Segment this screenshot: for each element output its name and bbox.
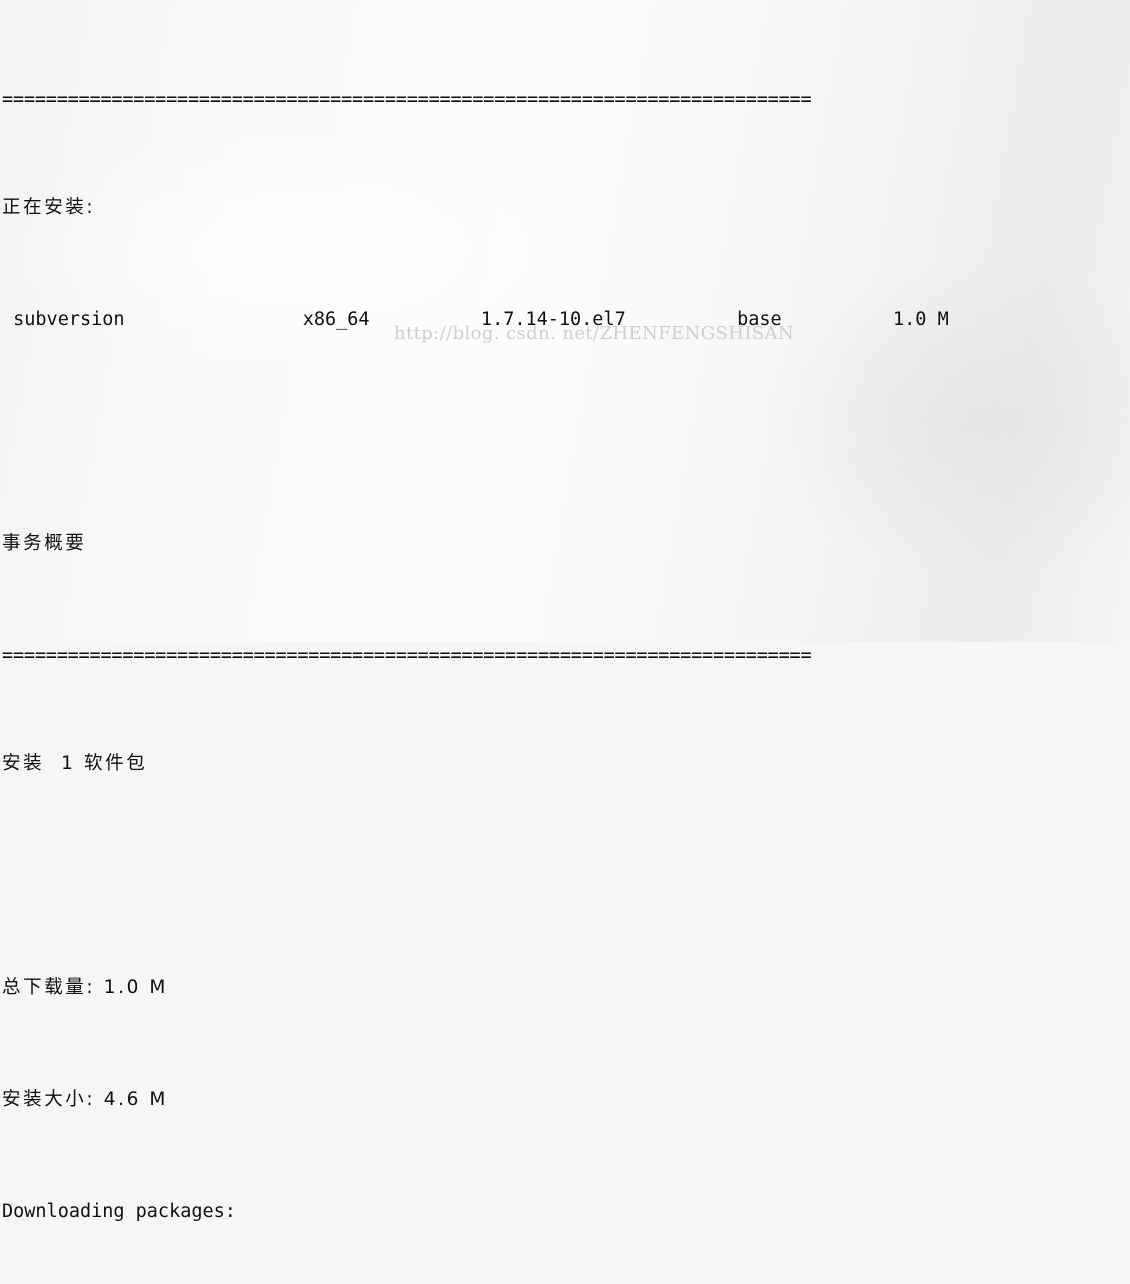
summary-install-count: 安装 1 软件包: [2, 753, 148, 774]
separator-rule-top: ========================================…: [2, 89, 812, 110]
transaction-summary-heading: 事务概要: [2, 533, 87, 554]
package-row: subversion x86_64 1.7.14-10.el7 base 1.0…: [2, 309, 949, 330]
terminal-output: ========================================…: [0, 0, 949, 1284]
installed-size: 安装大小: 4.6 M: [2, 1089, 168, 1110]
terminal-window: ========================================…: [0, 0, 1130, 1222]
separator-rule-mid: ========================================…: [2, 645, 812, 666]
total-download-size: 总下载量: 1.0 M: [2, 977, 168, 998]
installing-heading: 正在安装:: [2, 197, 96, 218]
spacer-1: [2, 418, 949, 446]
downloading-packages-label: Downloading packages:: [2, 1201, 236, 1222]
spacer-2: [2, 862, 949, 890]
